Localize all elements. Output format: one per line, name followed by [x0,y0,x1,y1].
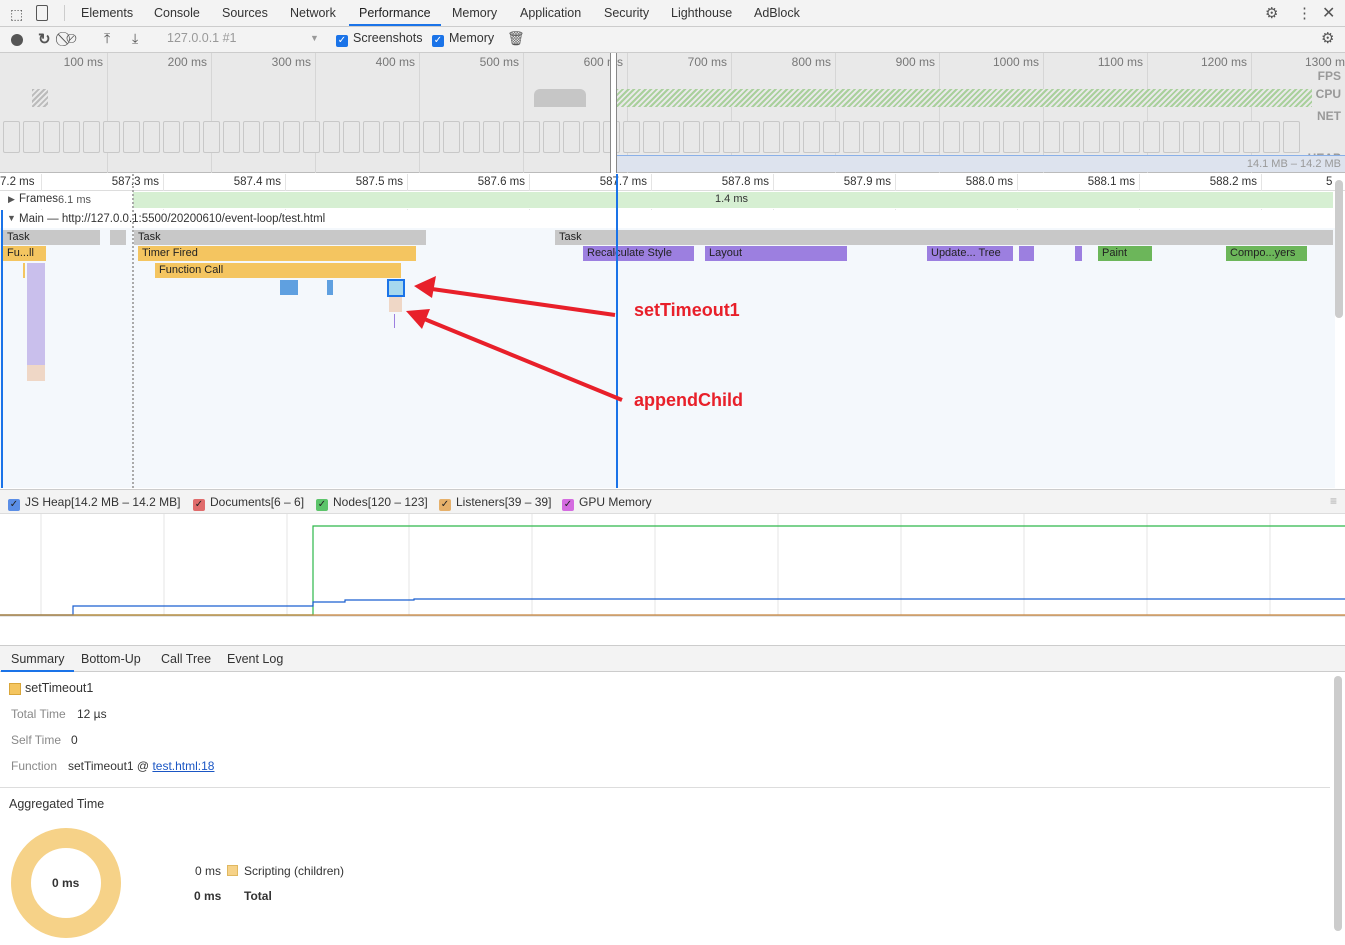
function-value: setTimeout1 @ test.html:18 [68,759,214,773]
memory-graph [0,514,1345,617]
js-heap-line [0,598,1345,616]
arrow-settimeout1 [424,286,616,317]
annotation-appendchild: appendChild [634,390,743,410]
checkbox-icon: ✓ [439,499,451,511]
tab-summary[interactable]: Summary [1,646,75,672]
aggregated-time-heading: Aggregated Time [9,797,105,811]
legend-label: GPU Memory [579,495,652,509]
source-link[interactable]: test.html:18 [152,759,214,773]
summary-panel: setTimeout1 Total Time 12 µs Self Time 0… [0,673,1330,945]
tab-event-log[interactable]: Event Log [217,646,293,672]
divider [0,787,1330,788]
annotation-settimeout1: setTimeout1 [634,300,740,320]
scripting-swatch [227,865,238,876]
self-time-label: Self Time [11,733,62,747]
arrowhead-icon [414,276,436,298]
function-name: setTimeout1 @ [68,759,153,773]
summary-scrollbar[interactable] [1334,676,1342,931]
checkbox-icon: ✓ [562,499,574,511]
legend-label: JS Heap[14.2 MB – 14.2 MB] [25,495,181,509]
total-value: 0 ms [194,889,222,903]
checkbox-icon: ✓ [193,499,205,511]
tab-call-tree[interactable]: Call Tree [151,646,221,672]
legend-label: Documents[6 – 6] [210,495,305,509]
legend-label: Nodes[120 – 123] [333,495,428,509]
scripting-value: 0 ms [195,864,222,878]
resize-handle-icon[interactable]: ≡ [1330,494,1337,508]
total-time-label: Total Time [11,707,66,721]
js-heap-checkbox[interactable]: ✓ JS Heap[14.2 MB – 14.2 MB] [8,495,180,511]
details-tabs: Summary Bottom-Up Call Tree Event Log [0,645,1345,672]
scripting-label: Scripting (children) [244,864,345,878]
listeners-checkbox[interactable]: ✓ Listeners[39 – 39] [439,495,551,511]
checkbox-icon: ✓ [316,499,328,511]
gpu-memory-checkbox[interactable]: ✓ GPU Memory [562,495,652,511]
nodes-line [0,525,1345,616]
function-label: Function [11,759,58,773]
donut-center-value: 0 ms [52,876,80,890]
total-time-value: 12 µs [77,707,107,721]
self-time-value: 0 [71,733,78,747]
summary-title: setTimeout1 [25,681,94,695]
legend-label: Listeners[39 – 39] [456,495,552,509]
total-label: Total [244,889,272,903]
arrow-appendchild [416,314,623,402]
tab-bottom-up[interactable]: Bottom-Up [71,646,151,672]
memory-legend: ✓ JS Heap[14.2 MB – 14.2 MB] ✓ Documents[6… [0,489,1345,514]
checkbox-icon: ✓ [8,499,20,511]
scripting-color-swatch [9,683,21,695]
nodes-checkbox[interactable]: ✓ Nodes[120 – 123] [316,495,428,511]
documents-checkbox[interactable]: ✓ Documents[6 – 6] [193,495,304,511]
